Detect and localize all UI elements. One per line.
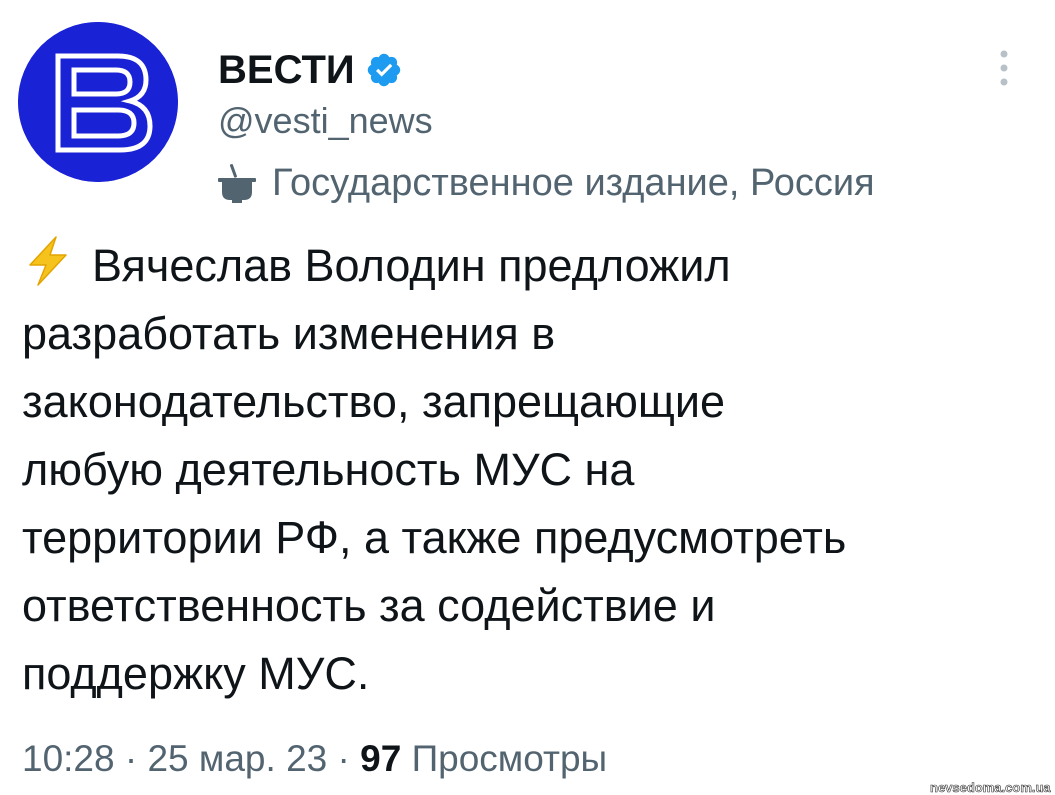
tweet-text-line-1: Вячеслав Володин предложил <box>22 232 1032 300</box>
tweet-text-line-4: любую деятельность МУС на <box>22 444 635 495</box>
tweet-meta: 10:28 · 25 мар. 23 · 97 Просмотры <box>22 738 607 780</box>
meta-separator: · <box>337 738 350 779</box>
author-name-row: ВЕСТИ <box>218 44 403 96</box>
tweet-card: ВЕСТИ @vesti_news Государственное издани… <box>0 0 1055 795</box>
tweet-text-line-7: поддержку МУС. <box>22 648 370 699</box>
author-handle[interactable]: @vesti_news <box>218 100 433 142</box>
lightning-bolt-icon <box>22 235 74 287</box>
views-label[interactable]: Просмотры <box>412 738 608 779</box>
government-building-icon <box>214 162 260 204</box>
tweet-text-line-5: территории РФ, а также предусмотреть <box>22 512 847 563</box>
tweet-text-line-2: разработать изменения в <box>22 308 556 359</box>
affiliation-label-text: Государственное издание, Россия <box>272 161 875 204</box>
tweet-text-line-1-text: Вячеслав Володин предложил <box>92 240 731 291</box>
verified-badge-icon <box>365 51 403 89</box>
views-count[interactable]: 97 <box>360 738 401 779</box>
vesti-logo-icon <box>18 22 178 182</box>
avatar[interactable] <box>18 22 178 182</box>
author-display-name[interactable]: ВЕСТИ <box>218 48 355 93</box>
more-options-button[interactable] <box>990 46 1018 90</box>
watermark: nevsedoma.com.ua <box>930 780 1051 795</box>
more-vertical-icon <box>1000 50 1008 86</box>
affiliation-label[interactable]: Государственное издание, Россия <box>214 158 875 208</box>
tweet-text-line-3: законодательство, запрещающие <box>22 376 726 427</box>
tweet-text-line-6: ответственность за содействие и <box>22 580 716 631</box>
tweet-date[interactable]: 25 мар. 23 <box>147 738 327 779</box>
tweet-text: Вячеслав Володин предложил разработать и… <box>22 232 1032 708</box>
meta-separator: · <box>124 738 138 779</box>
tweet-time[interactable]: 10:28 <box>22 738 115 779</box>
